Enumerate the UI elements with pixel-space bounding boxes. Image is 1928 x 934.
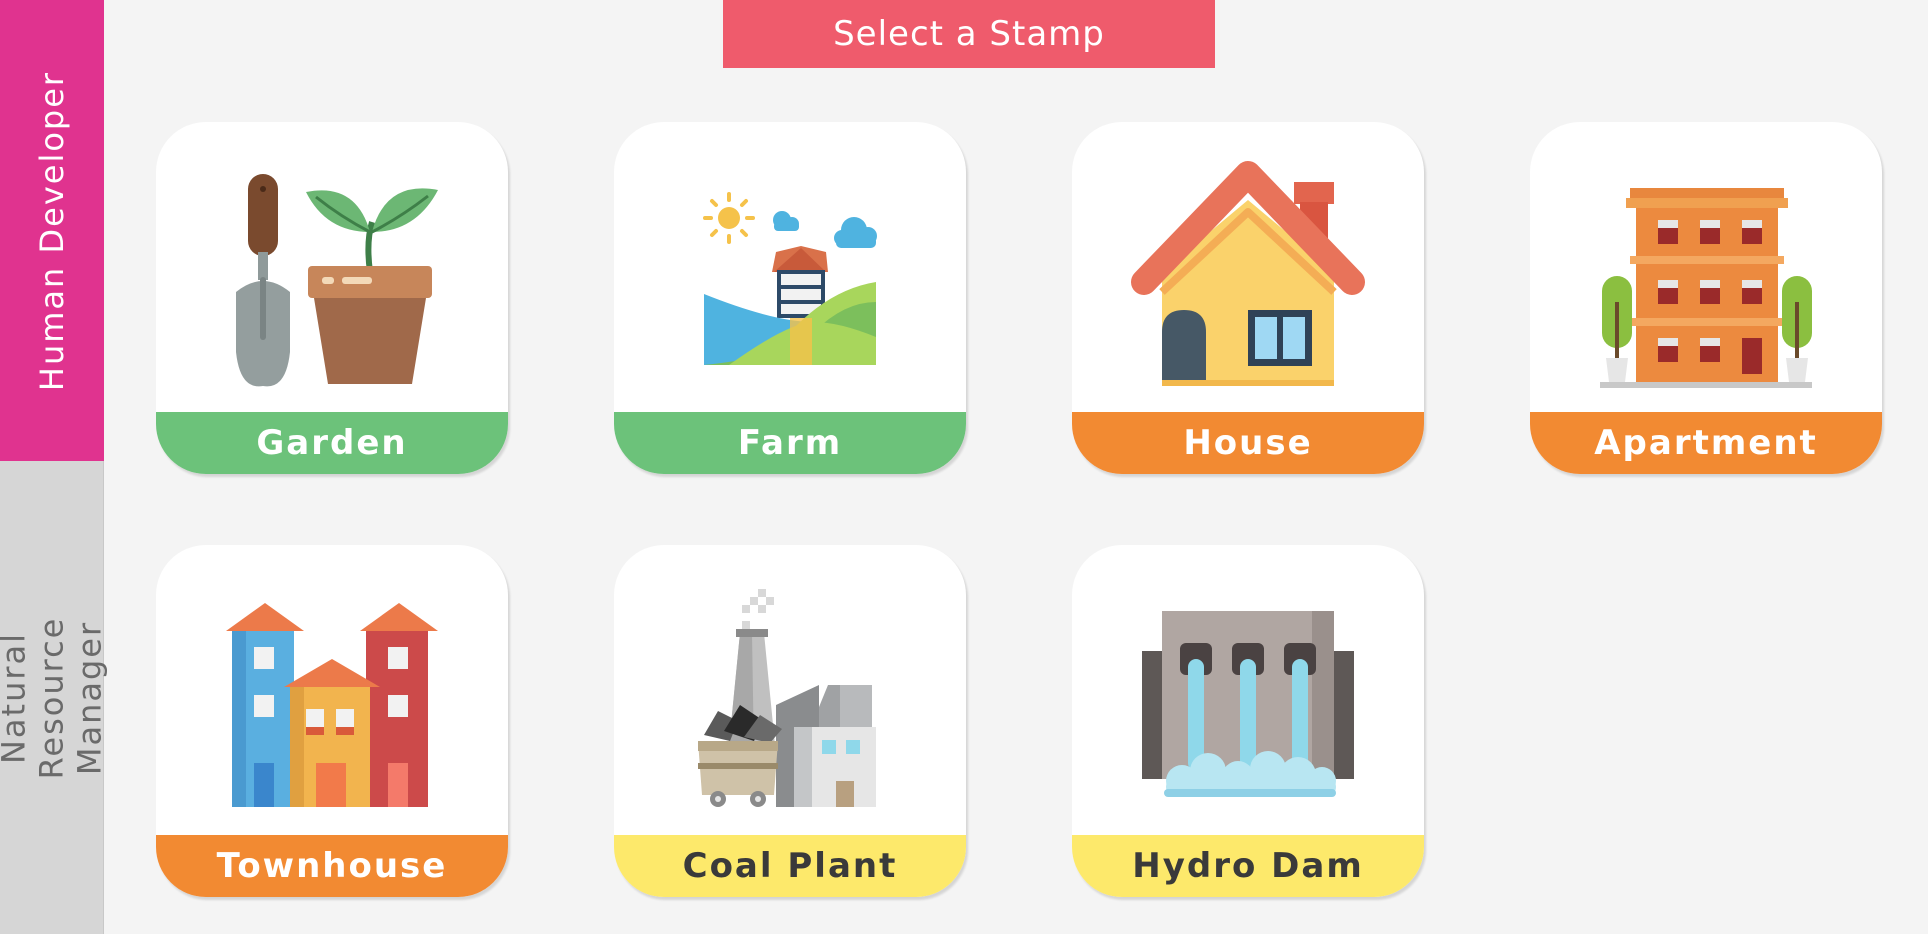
coal-plant-icon (698, 589, 876, 807)
stamp-label-coal-plant: Coal Plant (614, 835, 966, 897)
hydro-dam-icon (1142, 611, 1354, 797)
apartment-icon (1600, 188, 1812, 388)
stamp-card-hydro-dam[interactable]: Hydro Dam (1072, 545, 1424, 897)
tab-natural-resource-manager[interactable]: Natural Resource Manager (0, 461, 109, 934)
stamp-label-garden: Garden (156, 412, 508, 474)
house-icon (1131, 161, 1365, 386)
garden-icon (236, 174, 438, 387)
farm-icon (703, 192, 877, 365)
stamp-card-garden[interactable]: Garden (156, 122, 508, 474)
tab-human-developer-label: Human Developer (33, 70, 71, 391)
stamp-card-townhouse[interactable]: Townhouse (156, 545, 508, 897)
page-title: Select a Stamp (723, 0, 1215, 68)
tab-human-developer[interactable]: Human Developer (0, 0, 104, 461)
stamp-label-apartment: Apartment (1530, 412, 1882, 474)
stamp-label-house: House (1072, 412, 1424, 474)
stamp-card-coal-plant[interactable]: Coal Plant (614, 545, 966, 897)
stamp-label-hydro-dam: Hydro Dam (1072, 835, 1424, 897)
sidebar: Human Developer Natural Resource Manager (0, 0, 109, 934)
stamp-label-farm: Farm (614, 412, 966, 474)
townhouse-icon (226, 603, 438, 807)
stamp-card-farm[interactable]: Farm (614, 122, 966, 474)
stamp-label-townhouse: Townhouse (156, 835, 508, 897)
stamp-card-house[interactable]: House (1072, 122, 1424, 474)
stamp-card-apartment[interactable]: Apartment (1530, 122, 1882, 474)
tab-natural-resource-manager-label: Natural Resource Manager (0, 616, 109, 779)
